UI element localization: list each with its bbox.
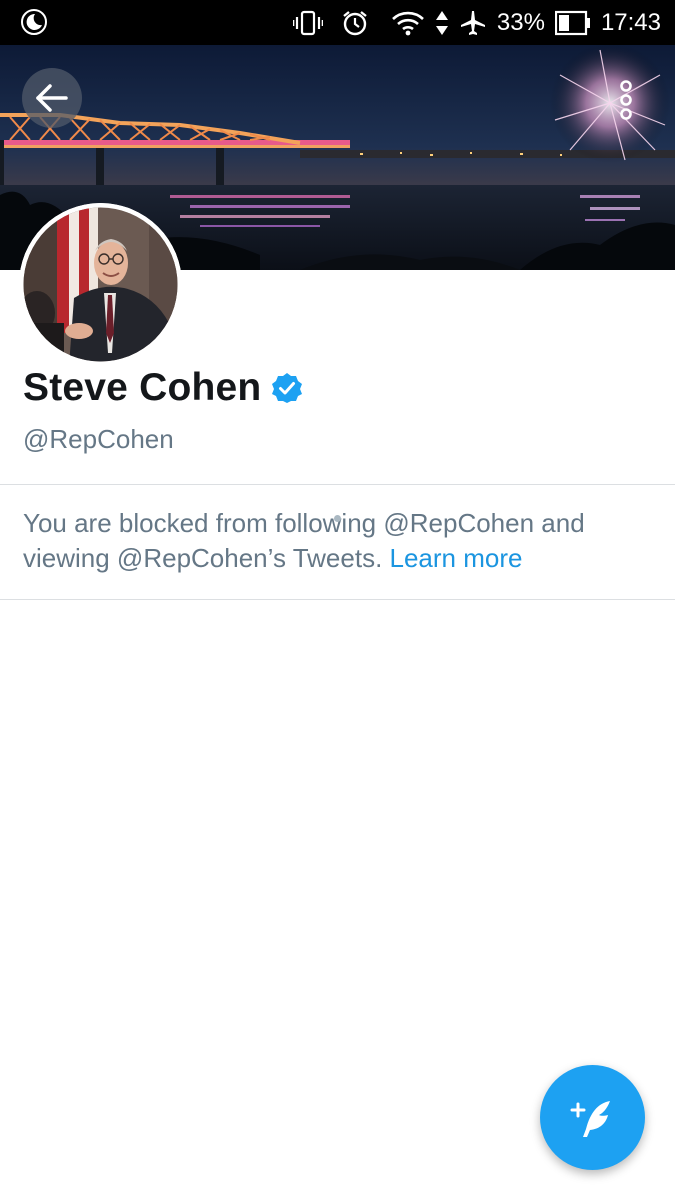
arrow-left-icon — [35, 83, 69, 113]
loading-dot — [334, 515, 341, 522]
learn-more-link[interactable]: Learn more — [390, 543, 523, 573]
compose-tweet-button[interactable] — [540, 1065, 645, 1170]
back-button[interactable] — [22, 68, 82, 128]
profile-handle: @RepCohen — [23, 424, 174, 454]
profile-name: Steve Cohen — [23, 366, 262, 409]
airplane-icon — [459, 9, 487, 37]
vertical-dots-icon — [618, 80, 634, 120]
data-arrows-icon — [435, 9, 449, 37]
more-options-button[interactable] — [596, 70, 656, 130]
battery-icon — [554, 10, 591, 36]
moon-icon — [20, 8, 48, 41]
divider — [0, 599, 675, 600]
avatar[interactable] — [19, 203, 182, 366]
divider — [0, 484, 675, 485]
clock: 17:43 — [600, 8, 661, 36]
vibrate-icon — [292, 10, 323, 36]
status-bar: 33% 17:43 — [0, 0, 675, 45]
verified-badge-icon — [271, 372, 303, 404]
profile-name-row: Steve Cohen — [23, 366, 303, 410]
alarm-icon — [341, 9, 369, 37]
compose-tweet-icon — [568, 1093, 618, 1143]
battery-percent: 33% — [496, 8, 545, 36]
wifi-icon — [391, 10, 425, 36]
